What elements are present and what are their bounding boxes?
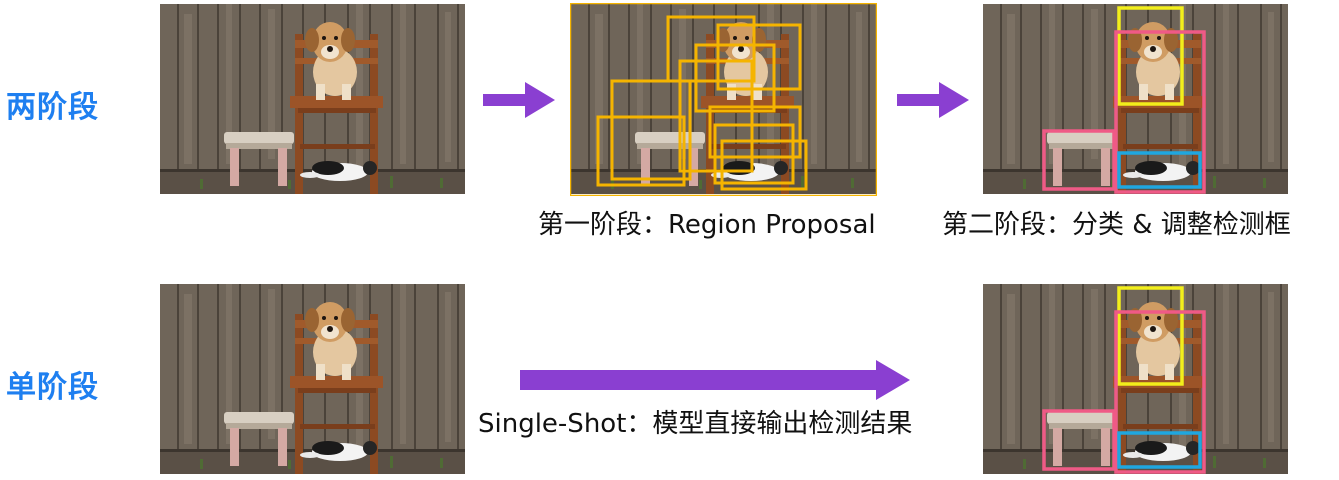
region-proposal-image: [570, 3, 877, 196]
arrow-to-stage1: [483, 82, 555, 118]
caption-single-shot: Single-Shot：模型直接输出检测结果: [478, 409, 913, 439]
row-label-two-stage: 两阶段: [6, 90, 99, 125]
detection-result-two-stage: [983, 4, 1288, 194]
caption-stage1: 第一阶段：Region Proposal: [538, 210, 876, 240]
row-label-one-stage: 单阶段: [6, 370, 99, 405]
input-image-one-stage: [160, 284, 465, 474]
input-image-two-stage: [160, 4, 465, 194]
detection-result-one-stage: [983, 284, 1288, 474]
arrow-single-shot: [520, 360, 910, 400]
caption-stage2: 第二阶段：分类 & 调整检测框: [942, 210, 1291, 240]
arrow-to-stage2: [897, 82, 969, 118]
